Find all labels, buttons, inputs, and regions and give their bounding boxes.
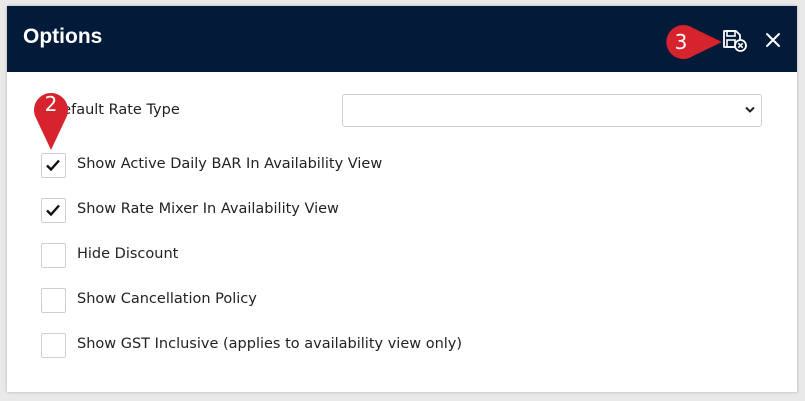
show-cancellation-policy-checkbox[interactable] bbox=[41, 288, 66, 313]
show-rate-mixer-checkbox[interactable] bbox=[41, 198, 66, 223]
show-gst-inclusive-checkbox[interactable] bbox=[41, 333, 66, 358]
show-active-daily-bar-checkbox[interactable] bbox=[41, 153, 66, 178]
options-dialog: Options Default Rate Type Show Active Da… bbox=[7, 6, 797, 392]
checkmark-icon bbox=[46, 159, 60, 172]
callout-number: 2 bbox=[44, 92, 58, 116]
save-cancel-button[interactable] bbox=[721, 28, 749, 54]
close-icon bbox=[766, 33, 780, 47]
dialog-title: Options bbox=[23, 25, 103, 48]
option-label: Hide Discount bbox=[77, 246, 179, 262]
option-label: Show Cancellation Policy bbox=[77, 291, 257, 307]
save-cancel-icon bbox=[723, 30, 747, 52]
callout-marker-3: 3 bbox=[661, 23, 723, 63]
option-label: Show Rate Mixer In Availability View bbox=[77, 201, 339, 217]
callout-number: 3 bbox=[674, 30, 688, 54]
close-button[interactable] bbox=[761, 28, 785, 52]
callout-marker-2: 2 bbox=[30, 86, 72, 152]
default-rate-type-select[interactable] bbox=[342, 94, 762, 127]
option-label: Show Active Daily BAR In Availability Vi… bbox=[77, 156, 383, 172]
checkmark-icon bbox=[46, 204, 60, 217]
hide-discount-checkbox[interactable] bbox=[41, 243, 66, 268]
option-label: Show GST Inclusive (applies to availabil… bbox=[77, 336, 463, 352]
chevron-down-icon bbox=[745, 106, 755, 113]
